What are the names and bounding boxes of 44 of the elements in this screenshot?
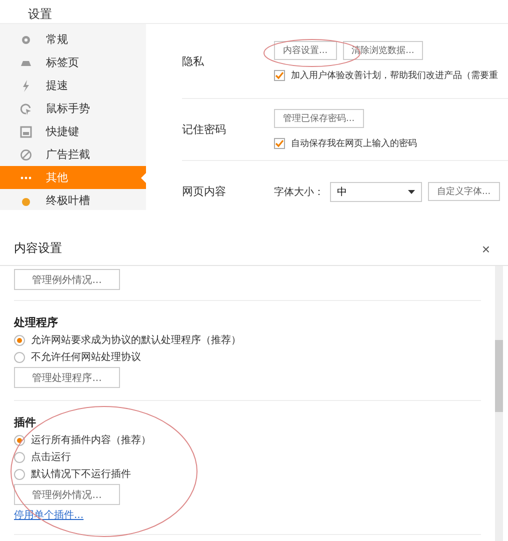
dialog-title: 内容设置 bbox=[14, 240, 62, 257]
sidebar-item[interactable]: 快捷键 bbox=[0, 120, 146, 143]
radio-label: 默认情况下不运行插件 bbox=[31, 468, 131, 481]
sidebar-item[interactable]: 常规 bbox=[0, 28, 146, 51]
section-title: 处理程序 bbox=[14, 315, 58, 330]
radio-label: 允许网站要求成为协议的默认处理程序（推荐） bbox=[31, 334, 241, 347]
radio-button[interactable] bbox=[14, 468, 25, 480]
section-label: 记住密码 bbox=[182, 122, 227, 137]
section-label: 隐私 bbox=[182, 54, 205, 68]
radio-label: 点击运行 bbox=[31, 450, 71, 464]
radio-button[interactable] bbox=[14, 434, 25, 446]
gear-icon bbox=[20, 34, 32, 46]
sidebar-item[interactable]: 终极叶槽 bbox=[0, 189, 146, 210]
block-icon bbox=[20, 148, 32, 160]
radio-button[interactable] bbox=[14, 334, 25, 346]
dialog-button[interactable]: 管理例外情况... bbox=[14, 269, 120, 290]
caret-icon bbox=[408, 190, 415, 194]
sidebar-item[interactable]: 提速 bbox=[0, 74, 146, 97]
font-size-select[interactable]: 中 bbox=[330, 182, 422, 202]
section-title: 插件 bbox=[14, 415, 36, 430]
font-size-label: 字体大小： bbox=[274, 186, 324, 198]
sidebar-item[interactable]: 鼠标手势 bbox=[0, 97, 146, 120]
checkbox[interactable] bbox=[274, 70, 285, 80]
bolt-icon bbox=[20, 80, 32, 92]
radio-button[interactable] bbox=[14, 352, 25, 362]
checkbox-label: 加入用户体验改善计划，帮助我们改进产品（需要重 bbox=[291, 69, 498, 82]
settings-button[interactable]: 管理已保存密码... bbox=[274, 109, 364, 128]
sidebar-item[interactable]: 标签页 bbox=[0, 51, 146, 74]
pointer-icon bbox=[20, 102, 32, 114]
radio-label: 运行所有插件内容（推荐） bbox=[31, 434, 151, 447]
dialog-button[interactable]: 管理处理程序... bbox=[14, 367, 120, 388]
section-label: 网页内容 bbox=[182, 184, 227, 199]
dialog-button[interactable]: 管理例外情况... bbox=[14, 484, 120, 505]
radio-button[interactable] bbox=[14, 452, 25, 462]
window-title: 设置 bbox=[28, 7, 52, 21]
sidebar-item[interactable]: 广告拦截 bbox=[0, 143, 146, 166]
settings-button[interactable]: 内容设置... bbox=[274, 40, 337, 60]
checkbox[interactable] bbox=[274, 138, 285, 149]
settings-button[interactable]: 自定义字体... bbox=[428, 182, 500, 201]
scrollbar[interactable] bbox=[495, 266, 503, 541]
checkbox-label: 自动保存我在网页上输入的密码 bbox=[291, 138, 417, 150]
keyboard-icon bbox=[20, 126, 32, 138]
radio-label: 不允许任何网站处理协议 bbox=[31, 350, 141, 364]
close-button[interactable]: × bbox=[482, 240, 490, 256]
